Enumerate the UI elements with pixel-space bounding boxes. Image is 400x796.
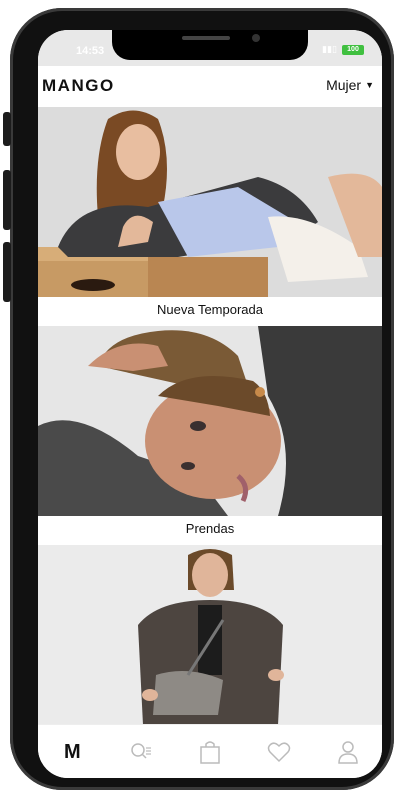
device-notch (112, 30, 308, 60)
category-selector[interactable]: Mujer ▼ (326, 77, 374, 93)
coats-image[interactable] (38, 545, 382, 725)
prendas-image[interactable] (38, 326, 382, 516)
status-icons: ▮▮▯ 100 (322, 44, 364, 55)
feed-card-nueva-temporada[interactable]: Nueva Temporada (38, 107, 382, 325)
front-camera (252, 34, 260, 42)
volume-up-button (3, 170, 11, 230)
battery-icon: 100 (342, 44, 364, 55)
heart-icon (267, 742, 291, 763)
app-header: MANGO Mujer ▼ (38, 66, 382, 109)
shopping-bag-icon (200, 741, 220, 764)
feed-card-coats[interactable] (38, 545, 382, 725)
app-screen: 14:53 ▮▮▯ 100 MANGO Mujer ▼ Nueva Tempor… (38, 30, 382, 778)
bottom-navigation: M (38, 724, 382, 778)
chevron-down-icon: ▼ (365, 80, 374, 90)
nav-home[interactable]: M (50, 730, 94, 774)
signal-icon: ▮▮▯ (322, 44, 337, 54)
mango-logo[interactable]: MANGO (42, 76, 115, 96)
mango-home-icon: M (64, 740, 81, 763)
status-time: 14:53 (76, 45, 105, 57)
card-label: Nueva Temporada (38, 297, 382, 325)
card-label: Prendas (38, 516, 382, 544)
mute-switch (3, 112, 11, 146)
product-feed: Nueva Temporada Prendas (38, 107, 382, 725)
user-icon (337, 741, 358, 764)
nav-bag[interactable] (188, 730, 232, 774)
nav-account[interactable] (326, 730, 370, 774)
volume-down-button (3, 242, 11, 302)
nav-favorites[interactable] (257, 730, 301, 774)
nueva-temporada-image[interactable] (38, 107, 382, 297)
search-icon (131, 743, 152, 759)
category-label: Mujer (326, 77, 362, 93)
nav-search[interactable] (119, 730, 163, 774)
feed-card-prendas[interactable]: Prendas (38, 326, 382, 544)
speaker-grille (182, 36, 230, 40)
